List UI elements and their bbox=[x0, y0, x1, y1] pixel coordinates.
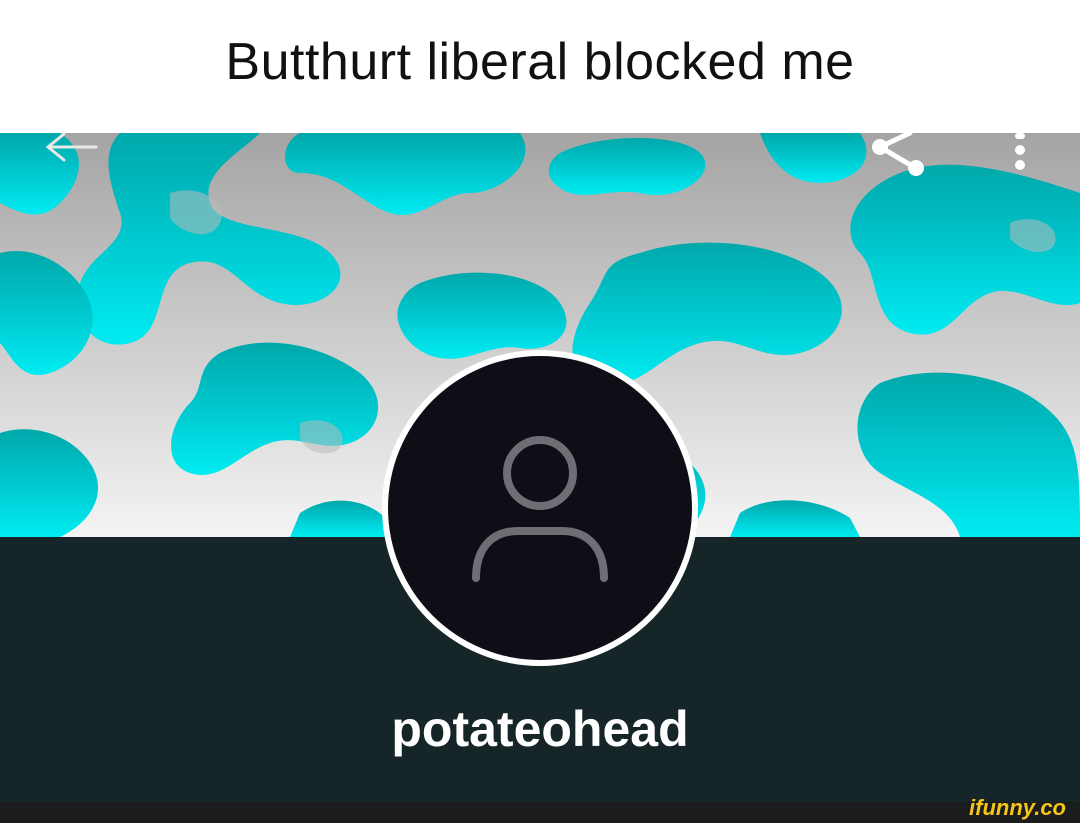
back-button[interactable] bbox=[40, 132, 100, 167]
share-button[interactable] bbox=[870, 130, 930, 177]
more-options-button[interactable] bbox=[1002, 133, 1038, 177]
meme-caption: Butthurt liberal blocked me bbox=[0, 0, 1080, 133]
caption-text: Butthurt liberal blocked me bbox=[225, 32, 855, 91]
default-user-icon bbox=[472, 436, 608, 582]
bottom-strip bbox=[0, 802, 1080, 823]
avatar[interactable] bbox=[382, 350, 698, 666]
avatar-image bbox=[388, 356, 692, 660]
more-vertical-icon bbox=[1015, 133, 1025, 170]
username: potateohead bbox=[391, 701, 689, 757]
share-icon bbox=[872, 130, 924, 176]
arrow-left-icon bbox=[45, 132, 98, 162]
ifunny-watermark: ifunny.co bbox=[969, 795, 1066, 820]
